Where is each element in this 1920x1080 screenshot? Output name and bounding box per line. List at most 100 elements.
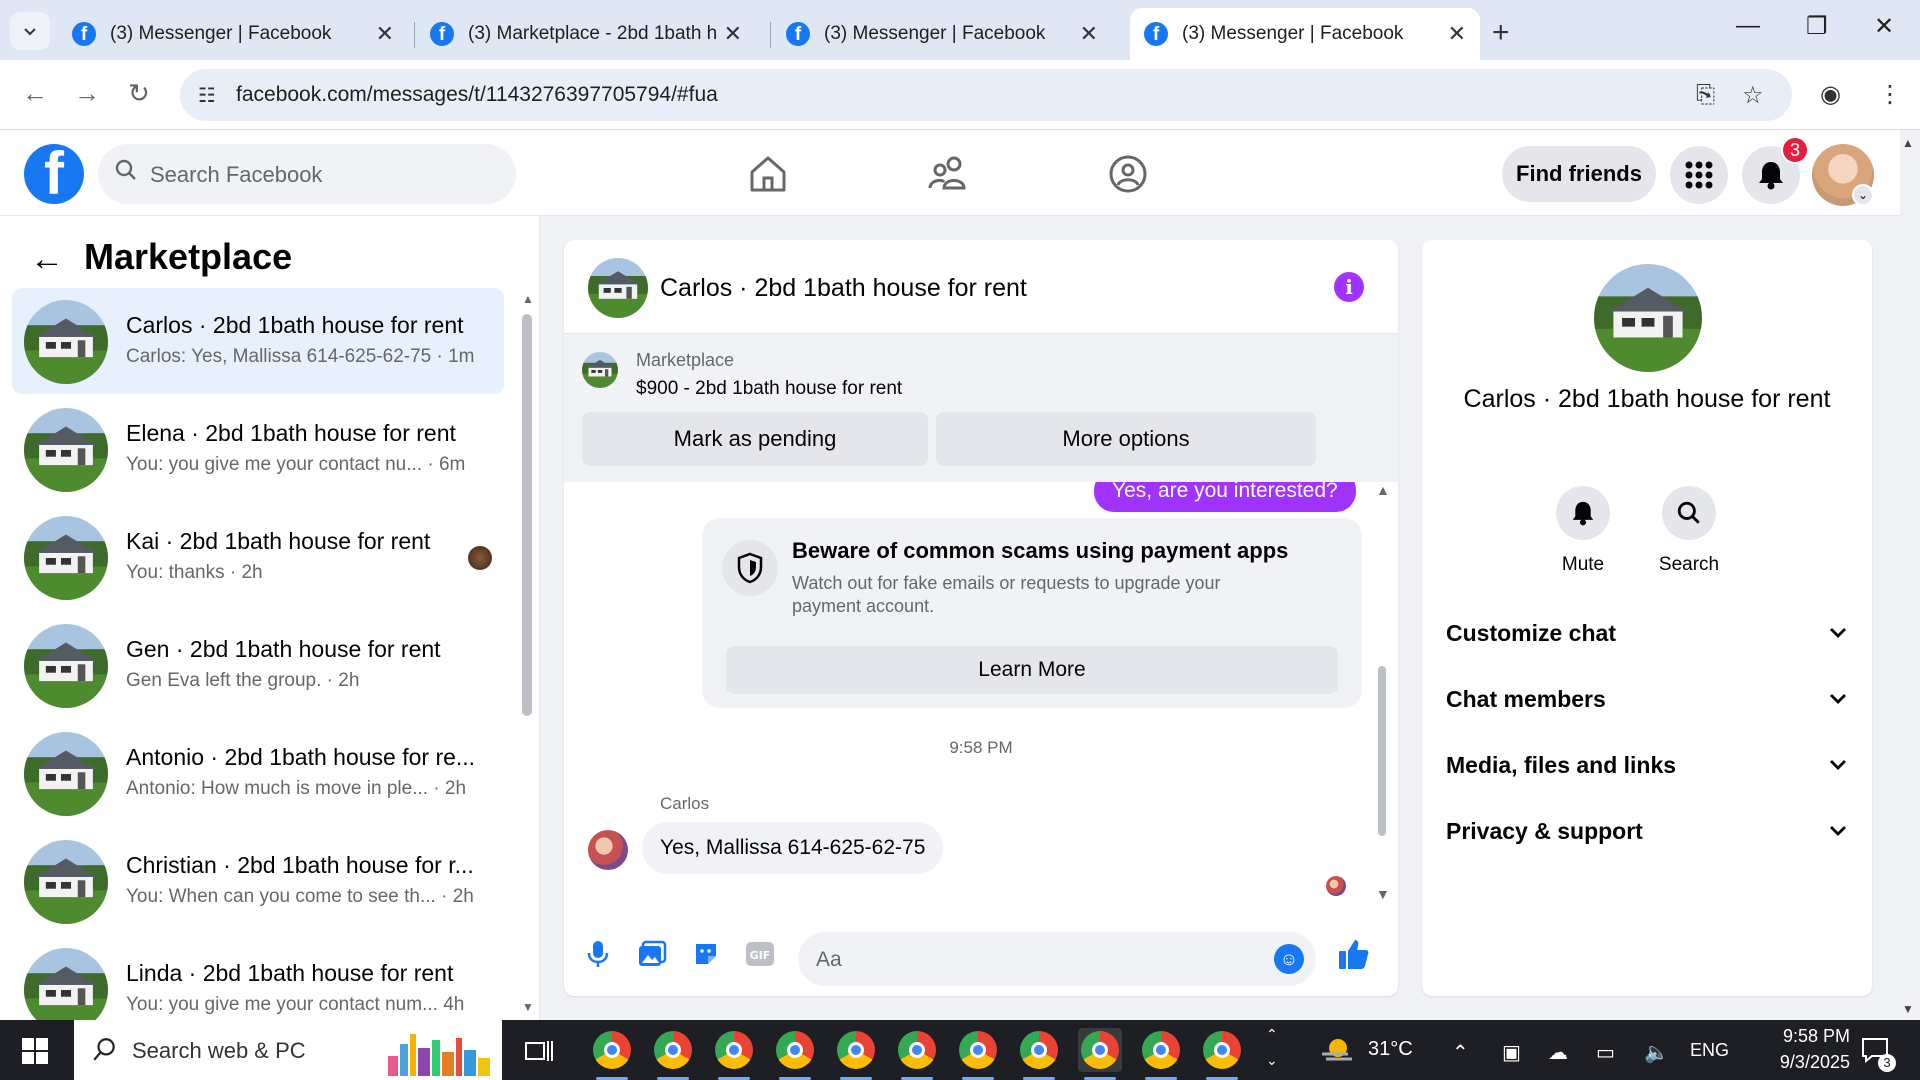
media-files-links-row[interactable]: Media, files and links	[1446, 742, 1848, 788]
mute-button[interactable]: Mute	[1538, 486, 1628, 576]
back-arrow-icon[interactable]: ←	[22, 78, 48, 109]
chrome-taskbar-icon[interactable]	[1017, 1028, 1061, 1080]
search-in-chat-button[interactable]: Search	[1644, 486, 1734, 576]
account-chevron-icon[interactable]: ⌄	[1852, 184, 1874, 206]
forward-arrow-icon[interactable]: →	[74, 78, 100, 109]
groups-icon[interactable]	[1104, 150, 1152, 198]
weather-temperature[interactable]: 31°C	[1368, 1038, 1413, 1061]
info-icon[interactable]: i	[1334, 272, 1364, 302]
learn-more-button[interactable]: Learn More	[726, 646, 1338, 694]
sticker-icon[interactable]	[690, 938, 722, 970]
input-language[interactable]: ENG	[1690, 1040, 1729, 1061]
sender-avatar[interactable]	[588, 830, 628, 870]
taskbar-search-box[interactable]: Search web & PC	[74, 1020, 502, 1080]
scroll-up-arrow-icon[interactable]: ▲	[1376, 482, 1390, 498]
incoming-message-bubble[interactable]: Yes, Mallissa 614-625-62-75	[642, 822, 944, 874]
scam-warning-card: Beware of common scams using payment app…	[702, 518, 1362, 708]
chrome-taskbar-icon-active[interactable]	[1078, 1028, 1122, 1080]
onedrive-cloud-icon[interactable]: ☁	[1548, 1040, 1568, 1065]
chrome-taskbar-icon[interactable]	[895, 1028, 939, 1080]
taskbar-scroll-down-icon[interactable]: ⌄	[1266, 1052, 1278, 1069]
battery-icon[interactable]: ▭	[1596, 1040, 1615, 1065]
network-settings-icon[interactable]: ▣	[1502, 1040, 1521, 1065]
customize-chat-row[interactable]: Customize chat	[1446, 610, 1848, 656]
chrome-taskbar-icon[interactable]	[1139, 1028, 1183, 1080]
house-listing-image[interactable]	[1594, 264, 1702, 372]
window-close-icon[interactable]: ✕	[1874, 12, 1894, 41]
site-settings-icon[interactable]: ☷	[198, 83, 216, 108]
facebook-search-input[interactable]: Search Facebook	[98, 144, 516, 204]
profile-account-icon[interactable]: ◉	[1820, 80, 1841, 109]
clock-time[interactable]: 9:58 PM	[1754, 1026, 1850, 1047]
windows-start-icon[interactable]	[22, 1038, 48, 1064]
browser-tab-2[interactable]: f (3) Marketplace - 2bd 1bath house for …	[416, 8, 756, 60]
menu-grid-button[interactable]	[1670, 146, 1728, 204]
scroll-up-arrow-icon[interactable]: ▲	[522, 292, 534, 306]
tab-close-icon[interactable]: ✕	[1448, 21, 1466, 47]
chrome-taskbar-icon[interactable]	[956, 1028, 1000, 1080]
conversation-name: Christian · 2bd 1bath house for r...	[126, 852, 474, 878]
microphone-icon[interactable]	[582, 938, 614, 970]
home-icon[interactable]	[744, 150, 792, 198]
minimize-icon[interactable]: —	[1736, 12, 1760, 40]
tab-close-icon[interactable]: ✕	[1080, 21, 1098, 47]
privacy-support-row[interactable]: Privacy & support	[1446, 808, 1848, 854]
conversation-item[interactable]: Gen · 2bd 1bath house for rent Gen Eva l…	[12, 612, 504, 718]
gif-icon[interactable]: GIF	[744, 938, 776, 970]
conversation-item[interactable]: Carlos · 2bd 1bath house for rent Carlos…	[12, 288, 504, 394]
emoji-icon[interactable]: ☺	[1274, 944, 1304, 974]
reload-icon[interactable]: ↻	[128, 78, 150, 109]
scroll-down-arrow-icon[interactable]: ▼	[522, 1000, 534, 1014]
conversation-item[interactable]: Christian · 2bd 1bath house for r... You…	[12, 828, 504, 934]
chrome-taskbar-icon[interactable]	[651, 1028, 695, 1080]
bell-icon	[1759, 162, 1783, 190]
volume-speaker-icon[interactable]: 🔈	[1644, 1040, 1669, 1065]
clock-date[interactable]: 9/3/2025	[1752, 1052, 1850, 1073]
task-view-icon[interactable]	[524, 1038, 554, 1064]
taskbar-scroll-up-icon[interactable]: ⌃	[1266, 1026, 1278, 1043]
page-scroll-up-arrow-icon[interactable]: ▲	[1902, 136, 1914, 150]
listing-price-title[interactable]: $900 - 2bd 1bath house for rent	[636, 378, 902, 400]
conversation-item[interactable]: Antonio · 2bd 1bath house for re... Anto…	[12, 720, 504, 826]
chat-title[interactable]: Carlos · 2bd 1bath house for rent	[660, 274, 1027, 303]
tab-close-icon[interactable]: ✕	[724, 21, 742, 47]
chrome-taskbar-icon[interactable]	[834, 1028, 878, 1080]
chrome-taskbar-icon[interactable]	[1200, 1028, 1244, 1080]
conversation-snippet: You: thanks · 2h	[126, 562, 263, 583]
browser-tab-1[interactable]: f (3) Messenger | Facebook ✕	[58, 8, 408, 60]
browser-tab-4-active[interactable]: f (3) Messenger | Facebook ✕	[1130, 8, 1480, 60]
scroll-down-arrow-icon[interactable]: ▼	[1376, 886, 1390, 902]
page-scroll-down-arrow-icon[interactable]: ▼	[1902, 1002, 1914, 1016]
message-input[interactable]: Aa ☺	[798, 932, 1316, 986]
tab-search-button[interactable]	[10, 12, 50, 50]
bookmark-star-icon[interactable]: ☆	[1742, 81, 1764, 110]
chat-scrollbar[interactable]	[1378, 666, 1386, 836]
house-listing-image[interactable]	[588, 258, 648, 318]
mark-as-pending-button[interactable]: Mark as pending	[582, 412, 928, 466]
find-friends-button[interactable]: Find friends	[1502, 146, 1656, 202]
chrome-taskbar-icon[interactable]	[712, 1028, 756, 1080]
chat-members-row[interactable]: Chat members	[1446, 676, 1848, 722]
weather-sun-icon[interactable]	[1318, 1034, 1356, 1066]
new-tab-plus-icon[interactable]: +	[1492, 16, 1510, 50]
browser-tab-3[interactable]: f (3) Messenger | Facebook ✕	[772, 8, 1112, 60]
conversation-list-scrollbar[interactable]	[522, 314, 532, 716]
tab-close-icon[interactable]: ✕	[376, 21, 394, 47]
chrome-taskbar-icon[interactable]	[590, 1028, 634, 1080]
back-arrow-icon[interactable]: ←	[30, 240, 64, 279]
kebab-menu-icon[interactable]: ⋮	[1878, 80, 1902, 109]
thumbs-up-like-icon[interactable]	[1336, 936, 1372, 972]
restore-icon[interactable]: ❐	[1806, 12, 1828, 41]
friends-icon[interactable]	[924, 150, 972, 198]
conversation-item[interactable]: Elena · 2bd 1bath house for rent You: yo…	[12, 396, 504, 502]
photo-gallery-icon[interactable]	[636, 938, 668, 970]
house-listing-image[interactable]	[582, 352, 618, 388]
chrome-taskbar-icon[interactable]	[773, 1028, 817, 1080]
address-bar[interactable]: ☷ facebook.com/messages/t/11432763977057…	[180, 69, 1792, 121]
install-app-icon[interactable]: ⎘	[1696, 81, 1715, 109]
more-options-button[interactable]: More options	[936, 412, 1316, 466]
facebook-logo-icon[interactable]: f	[24, 144, 84, 204]
show-hidden-icons-chevron-icon[interactable]: ⌃	[1452, 1040, 1469, 1065]
section-label: Privacy & support	[1446, 817, 1643, 844]
conversation-item[interactable]: Kai · 2bd 1bath house for rent You: than…	[12, 504, 504, 610]
